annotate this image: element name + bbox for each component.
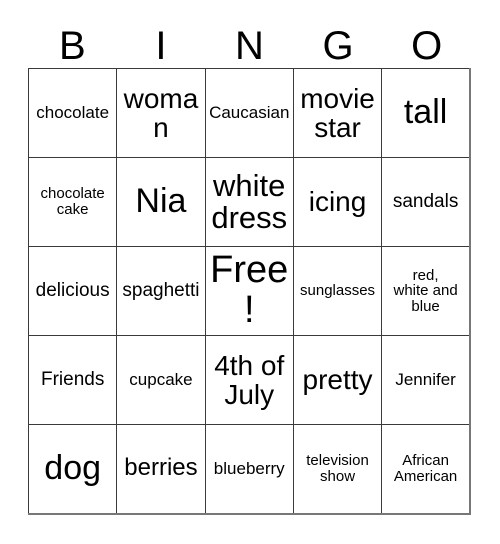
bingo-cell[interactable]: movie star [292, 68, 383, 158]
bingo-grid: chocolate woman Caucasian movie star tal… [27, 68, 472, 515]
bingo-cell[interactable]: chocolate cake [27, 157, 118, 247]
bingo-cell[interactable]: African American [381, 424, 472, 515]
bingo-cell-label: tall [403, 93, 448, 132]
bingo-cell[interactable]: sunglasses [292, 246, 383, 336]
bingo-cell-label: sunglasses [300, 282, 376, 300]
bingo-cell[interactable]: television show [292, 424, 383, 515]
bingo-cell[interactable]: Friends [27, 335, 118, 425]
bingo-cell-label: Nia [135, 182, 187, 221]
bingo-cell-label: Friends [40, 369, 105, 391]
bingo-cell-label: chocolate cake [40, 185, 105, 218]
bingo-row: dog berries blueberry television show Af… [27, 424, 472, 515]
bingo-cell-label: spaghetti [122, 280, 200, 302]
bingo-cell-label: Caucasian [209, 103, 290, 123]
bingo-cell-label: Free! [210, 249, 289, 331]
bingo-cell[interactable]: berries [116, 424, 206, 515]
bingo-row: delicious spaghetti Free! sunglasses red… [27, 246, 472, 336]
bingo-cell-free[interactable]: Free! [204, 246, 294, 336]
bingo-cell[interactable]: cupcake [116, 335, 206, 425]
bingo-cell-label: red, white and blue [393, 266, 458, 315]
bingo-cell[interactable]: icing [292, 157, 383, 247]
bingo-cell-label: blueberry [213, 458, 285, 478]
bingo-cell-label: cupcake [129, 370, 193, 390]
bingo-card: B I N G O chocolate woman Caucasian movi… [27, 14, 472, 515]
bingo-cell-label: sandals [392, 191, 459, 213]
bingo-cell-label: woman [123, 82, 199, 143]
bingo-cell[interactable]: sandals [381, 157, 472, 247]
bingo-cell-label: white dress [211, 167, 288, 235]
bingo-header-letter-i: I [155, 24, 167, 68]
bingo-cell[interactable]: delicious [27, 246, 118, 336]
bingo-cell-label: pretty [302, 364, 373, 396]
bingo-cell-label: dog [44, 449, 102, 488]
bingo-cell[interactable]: dog [27, 424, 118, 515]
bingo-cell-label: television show [306, 452, 369, 485]
bingo-cell[interactable]: white dress [204, 157, 294, 247]
bingo-row: chocolate woman Caucasian movie star tal… [27, 68, 472, 158]
bingo-cell[interactable]: red, white and blue [381, 246, 472, 336]
bingo-cell[interactable]: woman [116, 68, 206, 158]
bingo-cell-label: delicious [35, 280, 110, 302]
bingo-header-row: B I N G O [28, 14, 471, 68]
bingo-cell-label: Jennifer [395, 370, 456, 390]
bingo-cell[interactable]: pretty [292, 335, 383, 425]
bingo-cell[interactable]: blueberry [204, 424, 294, 515]
bingo-cell[interactable]: Jennifer [381, 335, 472, 425]
bingo-cell[interactable]: Caucasian [204, 68, 294, 158]
bingo-cell[interactable]: chocolate [27, 68, 118, 158]
bingo-cell-label: movie star [300, 82, 375, 143]
bingo-cell[interactable]: spaghetti [116, 246, 206, 336]
bingo-cell-label: 4th of July [214, 349, 285, 410]
bingo-header-letter-n: N [235, 24, 264, 68]
bingo-row: chocolate cake Nia white dress icing san… [27, 157, 472, 247]
bingo-cell-label: berries [124, 454, 198, 482]
bingo-cell-label: chocolate [36, 103, 110, 123]
bingo-header-letter-g: G [322, 24, 354, 68]
bingo-header-letter-o: O [411, 24, 443, 68]
bingo-header-letter-b: B [58, 24, 86, 68]
bingo-cell[interactable]: 4th of July [204, 335, 294, 425]
bingo-cell[interactable]: Nia [116, 157, 206, 247]
bingo-row: Friends cupcake 4th of July pretty Jenni… [27, 335, 472, 425]
bingo-cell[interactable]: tall [381, 68, 472, 158]
bingo-cell-label: African American [393, 452, 458, 485]
bingo-cell-label: icing [308, 186, 367, 218]
